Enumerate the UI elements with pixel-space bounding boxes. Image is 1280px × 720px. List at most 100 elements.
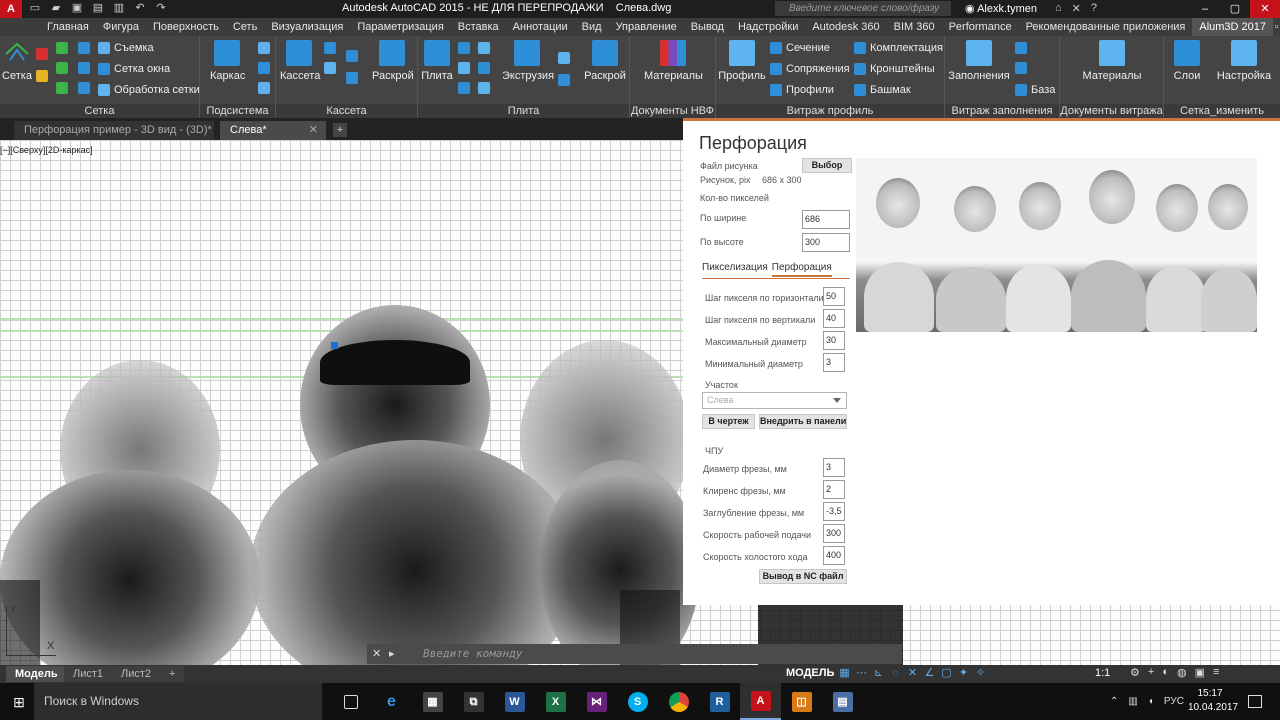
cassette-button[interactable]: Кассета <box>280 40 320 82</box>
tab[interactable]: Главная <box>40 18 96 36</box>
kit-button[interactable]: Комплектация <box>854 40 943 56</box>
section-button[interactable]: Сечение <box>770 40 830 56</box>
tool-icon[interactable] <box>346 72 358 84</box>
network-icon[interactable]: ▥ <box>1128 696 1137 707</box>
customize-icon[interactable]: ≡ <box>1213 666 1219 679</box>
print-icon[interactable]: ▥ <box>112 2 126 15</box>
min-diameter-input[interactable]: 3 <box>823 353 845 372</box>
h-step-input[interactable]: 50 <box>823 287 845 306</box>
gear-icon[interactable]: ⚙ <box>1130 666 1140 679</box>
plus-icon[interactable]: + <box>1148 666 1154 679</box>
tool-icon[interactable] <box>36 70 48 82</box>
tool-icon[interactable] <box>324 42 336 54</box>
action-center-icon[interactable] <box>1248 695 1262 708</box>
tab[interactable]: Вставка <box>451 18 506 36</box>
nc-output-button[interactable]: Вывод в NC файл <box>759 569 847 584</box>
tab-pixelization[interactable]: Пикселизация <box>702 262 768 273</box>
width-input[interactable]: 686 <box>802 210 850 229</box>
tool-icon[interactable] <box>478 62 490 74</box>
hardware-icon[interactable]: ◍ <box>1177 666 1187 679</box>
maximize-icon[interactable]: ▢ <box>1220 0 1250 18</box>
grid-toggle-icon[interactable]: ▦ <box>838 666 851 681</box>
area-select[interactable]: Слева <box>702 392 847 409</box>
calculator-button[interactable]: ▦ <box>412 683 453 720</box>
save-icon[interactable]: ▣ <box>70 2 84 15</box>
ribbon-options-icon[interactable]: ▫ <box>1273 18 1280 36</box>
tool-icon[interactable] <box>78 82 90 94</box>
tab-perforation[interactable]: Перфорация <box>771 262 832 277</box>
tab-alum3d[interactable]: Alum3D 2017 <box>1192 18 1274 36</box>
windows-start-icon[interactable]: ⊞ <box>11 694 27 710</box>
skype-button[interactable]: S <box>617 683 658 720</box>
survey-button[interactable]: Съемка <box>98 40 154 56</box>
user-account[interactable]: ◉ Alexk.tymen <box>965 2 1037 15</box>
cutting-button[interactable]: Раскрой <box>372 40 414 82</box>
tool-icon[interactable] <box>258 42 270 54</box>
profiles-button[interactable]: Профили <box>770 82 834 98</box>
windows-search-input[interactable]: Поиск в Windows <box>34 683 322 720</box>
store-button[interactable]: ⧉ <box>453 683 494 720</box>
add-layout-button[interactable]: + <box>160 666 185 682</box>
save-as-icon[interactable]: ▤ <box>91 2 105 15</box>
brackets-button[interactable]: Кронштейны <box>854 61 935 77</box>
clean-screen-icon[interactable]: ▣ <box>1195 666 1205 679</box>
tool-icon[interactable] <box>78 62 90 74</box>
tab[interactable]: Поверхность <box>146 18 226 36</box>
materials-nvf-button[interactable]: Материалы <box>644 40 703 82</box>
tool-icon[interactable] <box>458 82 470 94</box>
outlook-button[interactable]: ◫ <box>781 683 822 720</box>
tab[interactable]: BIM 360 <box>887 18 942 36</box>
chrome-button[interactable] <box>658 683 699 720</box>
tool-icon[interactable] <box>56 42 68 54</box>
tab[interactable]: Надстройки <box>731 18 805 36</box>
tool-icon[interactable] <box>1015 42 1027 54</box>
v-step-input[interactable]: 40 <box>823 309 845 328</box>
tab-sheet2[interactable]: Лист2 <box>112 666 161 682</box>
app-window-button[interactable]: ▤ <box>822 683 863 720</box>
materials-vitrazh-button[interactable]: Материалы <box>1082 40 1142 82</box>
browse-button[interactable]: Выбор <box>802 158 852 173</box>
close-tab-icon[interactable]: ✕ <box>309 121 318 140</box>
tool-icon[interactable] <box>36 48 48 60</box>
revit-button[interactable]: R <box>699 683 740 720</box>
work-speed-input[interactable]: 300 <box>823 524 845 543</box>
excel-button[interactable]: X <box>535 683 576 720</box>
tab[interactable]: Performance <box>942 18 1019 36</box>
grid-processing-button[interactable]: Обработка сетки <box>98 82 200 98</box>
edge-button[interactable]: e <box>371 683 412 720</box>
annotation-visibility-icon[interactable]: ✧ <box>974 666 987 681</box>
task-view-button[interactable] <box>330 683 371 720</box>
tool-icon[interactable] <box>258 62 270 74</box>
tool-icon[interactable] <box>258 82 270 94</box>
tool-icon[interactable] <box>478 42 490 54</box>
tool-icon[interactable] <box>1015 62 1027 74</box>
tab[interactable]: Аннотации <box>506 18 575 36</box>
otrack-toggle-icon[interactable]: ∠ <box>923 666 936 681</box>
clearance-input[interactable]: 2 <box>823 480 845 499</box>
osnap-toggle-icon[interactable]: ✕ <box>906 666 919 681</box>
profile-button[interactable]: Профиль <box>718 40 766 82</box>
fill-button[interactable]: Заполнения <box>947 40 1011 82</box>
open-folder-icon[interactable]: ▰ <box>49 2 63 15</box>
tab-model[interactable]: Модель <box>6 666 67 682</box>
setka-button[interactable]: Сетка <box>2 40 32 82</box>
tool-icon[interactable] <box>558 74 570 86</box>
tab-sheet1[interactable]: Лист1 <box>64 666 113 682</box>
close-icon[interactable]: ✕ <box>1250 0 1280 18</box>
tool-icon[interactable] <box>558 52 570 64</box>
tab[interactable]: Сеть <box>226 18 264 36</box>
tab[interactable]: Рекомендованные приложения <box>1019 18 1193 36</box>
isolate-icon[interactable]: ◐ <box>1162 666 1169 679</box>
window-grid-button[interactable]: Сетка окна <box>98 61 170 77</box>
tab[interactable]: Параметризация <box>350 18 450 36</box>
tab[interactable]: Управление <box>609 18 684 36</box>
keyword-search-input[interactable]: Введите ключевое слово/фразу <box>775 1 951 16</box>
redo-icon[interactable]: ↷ <box>154 2 168 15</box>
tab[interactable]: Вид <box>575 18 609 36</box>
tool-icon[interactable] <box>458 42 470 54</box>
tool-icon[interactable] <box>346 50 358 62</box>
autocad-taskbar-button[interactable]: A <box>740 683 781 720</box>
minimize-icon[interactable]: – <box>1190 0 1220 18</box>
max-diameter-input[interactable]: 30 <box>823 331 845 350</box>
extrusion-button[interactable]: Экструзия <box>502 40 554 82</box>
